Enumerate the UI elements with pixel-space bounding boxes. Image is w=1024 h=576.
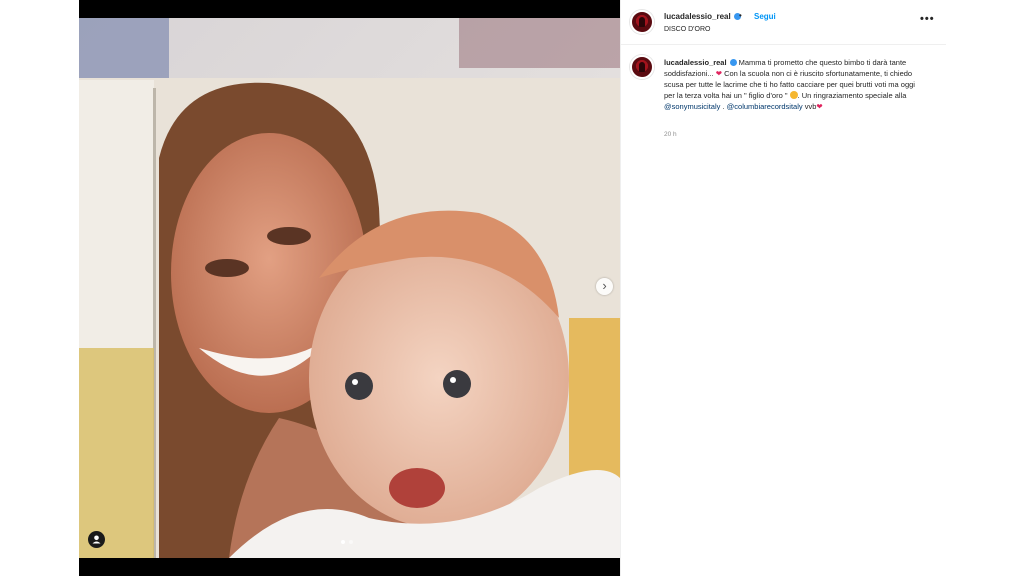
username-text: lucadalessio_real [664, 12, 731, 21]
caption-username[interactable]: lucadalessio_real [664, 58, 737, 67]
caption-segment: . Un ringraziamento speciale alla [797, 91, 907, 100]
carousel-dot [349, 540, 353, 544]
post-timestamp[interactable]: 20 h [664, 131, 677, 138]
post-modal: › lucadalessio_real • Segui DISCO D'ORO … [79, 0, 946, 576]
heart-emoji-icon: ❤ [816, 102, 823, 111]
avatar[interactable] [630, 10, 654, 34]
post-media[interactable]: › [79, 0, 620, 576]
smiling-face-emoji-icon [789, 91, 798, 99]
more-options-icon[interactable]: ••• [920, 13, 935, 25]
verified-badge-icon [729, 59, 737, 66]
post-location[interactable]: DISCO D'ORO [664, 26, 710, 33]
carousel-indicator [341, 540, 353, 544]
header-separator: • [739, 11, 742, 20]
header-username[interactable]: lucadalessio_real [664, 12, 741, 21]
avatar[interactable] [630, 55, 654, 79]
post-sidebar: lucadalessio_real • Segui DISCO D'ORO ••… [620, 0, 946, 576]
follow-button[interactable]: Segui [754, 12, 776, 21]
username-text: lucadalessio_real [664, 58, 727, 67]
post-photo [79, 18, 620, 558]
caption-segment: vvb [802, 102, 817, 111]
mention-link[interactable]: @sonymusicitaly [664, 102, 720, 111]
carousel-dot [341, 540, 345, 544]
caption-text: lucadalessio_real Mamma ti prometto che … [664, 57, 924, 112]
carousel-next-button[interactable]: › [596, 278, 613, 295]
mention-link[interactable]: @columbiarecordsitaly [727, 102, 803, 111]
post-header: lucadalessio_real • Segui DISCO D'ORO ••… [621, 0, 946, 45]
tagged-users-button[interactable] [88, 531, 105, 548]
user-icon [92, 535, 101, 544]
